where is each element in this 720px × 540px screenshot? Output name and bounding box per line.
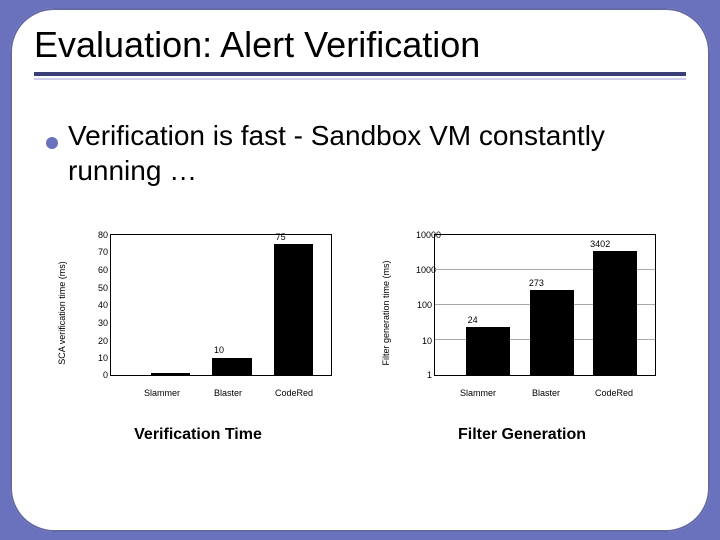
ytick: 30 — [92, 318, 108, 328]
xtick: CodeRed — [264, 388, 324, 398]
ytick: 50 — [92, 283, 108, 293]
ytick: 40 — [92, 300, 108, 310]
bar-codered — [274, 244, 314, 375]
title-rule-primary — [34, 72, 686, 76]
ytick: 20 — [92, 336, 108, 346]
chart-left-plot: 10 75 — [110, 234, 332, 376]
bar-blaster — [530, 290, 574, 375]
bullet-text: Verification is fast - Sandbox VM consta… — [68, 118, 682, 188]
slide: Evaluation: Alert Verification Verificat… — [0, 0, 720, 540]
bar-codered — [593, 251, 637, 375]
chart-left-ylabel: SCA verification time (ms) — [57, 261, 67, 365]
charts-row: SCA verification time (ms) 80 70 60 50 4… — [38, 228, 682, 444]
bar-slammer — [151, 373, 191, 375]
chart-right-ylabel: Filter generation time (ms) — [381, 260, 391, 365]
ytick: 80 — [92, 230, 108, 240]
bar-label: 75 — [261, 232, 301, 242]
bullet-row: Verification is fast - Sandbox VM consta… — [46, 118, 682, 188]
bar-blaster — [212, 358, 252, 376]
chart-left: SCA verification time (ms) 80 70 60 50 4… — [58, 228, 338, 444]
chart-right-plot: 24 273 3402 — [434, 234, 656, 376]
bar-label: 24 — [453, 315, 493, 325]
ytick: 60 — [92, 265, 108, 275]
ytick: 0 — [92, 370, 108, 380]
ytick: 10 — [416, 336, 432, 346]
ytick: 70 — [92, 247, 108, 257]
chart-right: Filter generation time (ms) 10000 1000 1… — [382, 228, 662, 444]
bar-label: 10 — [199, 345, 239, 355]
ytick: 10 — [92, 353, 108, 363]
bar-label: 3402 — [580, 239, 620, 249]
slide-title: Evaluation: Alert Verification — [34, 24, 686, 66]
ytick: 1 — [416, 370, 432, 380]
xtick: Blaster — [198, 388, 258, 398]
title-rule-secondary — [34, 78, 686, 80]
xtick: Blaster — [516, 388, 576, 398]
bar-slammer — [466, 327, 510, 375]
ytick: 100 — [416, 300, 432, 310]
slide-card: Evaluation: Alert Verification Verificat… — [10, 8, 710, 532]
ytick: 1000 — [416, 265, 432, 275]
chart-left-frame: SCA verification time (ms) 80 70 60 50 4… — [74, 228, 338, 398]
title-area: Evaluation: Alert Verification — [10, 24, 710, 80]
slide-body: Verification is fast - Sandbox VM consta… — [38, 108, 682, 512]
chart-left-caption: Verification Time — [58, 426, 338, 444]
bar-label: 273 — [516, 278, 556, 288]
bullet-icon — [46, 137, 58, 149]
xtick: CodeRed — [584, 388, 644, 398]
chart-right-caption: Filter Generation — [382, 426, 662, 444]
chart-right-frame: Filter generation time (ms) 10000 1000 1… — [398, 228, 662, 398]
xtick: Slammer — [132, 388, 192, 398]
ytick: 10000 — [416, 230, 432, 240]
xtick: Slammer — [448, 388, 508, 398]
